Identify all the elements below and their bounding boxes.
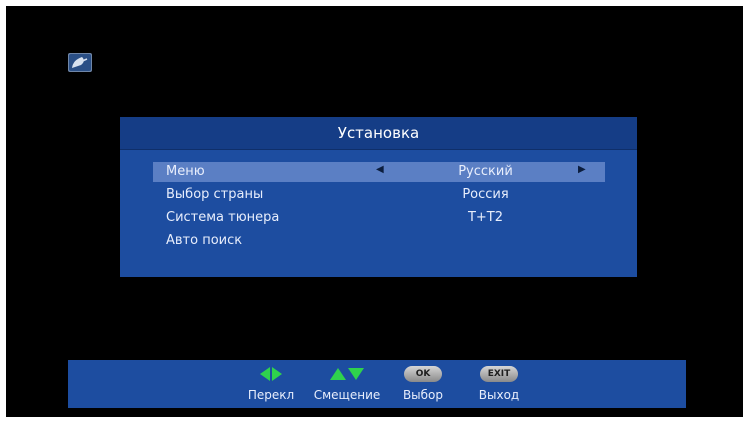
menu-row-language[interactable]: Меню ◀ Русский ▶ (153, 162, 605, 182)
up-down-arrows-icon (307, 364, 387, 384)
hint-move: Смещение (307, 364, 387, 402)
hint-label: Выход (478, 388, 520, 402)
hint-label: Выбор (402, 388, 444, 402)
row-label: Система тюнера (166, 210, 280, 225)
hint-switch: Перекл (236, 364, 306, 402)
row-value: Россия (462, 187, 509, 202)
row-value: Русский (458, 164, 513, 179)
hint-label: Смещение (313, 388, 381, 402)
dialog-title: Установка (120, 117, 637, 150)
left-right-arrows-icon (236, 364, 306, 384)
row-value: T+T2 (467, 210, 504, 225)
installation-dialog: Установка Меню ◀ Русский ▶ Выбор страны … (120, 117, 637, 277)
row-label: Авто поиск (166, 233, 243, 248)
footer-hint-bar: Перекл Смещение OK Выбор EXIT Выход (68, 360, 686, 408)
satellite-dish-icon (68, 53, 92, 72)
hint-exit: EXIT Выход (469, 364, 529, 402)
exit-button-icon: EXIT (480, 366, 518, 382)
hint-select: OK Выбор (393, 364, 453, 402)
hint-label: Перекл (247, 388, 295, 402)
arrow-left-icon[interactable]: ◀ (376, 164, 384, 175)
row-label: Выбор страны (166, 187, 264, 202)
row-label: Меню (166, 164, 205, 179)
menu-row-tuner-system[interactable]: Система тюнера T+T2 (153, 208, 605, 228)
tv-screen: Установка Меню ◀ Русский ▶ Выбор страны … (6, 6, 743, 417)
menu-row-country[interactable]: Выбор страны Россия (153, 185, 605, 205)
menu-row-auto-search[interactable]: Авто поиск (153, 231, 605, 251)
arrow-right-icon[interactable]: ▶ (578, 164, 586, 175)
ok-button-icon: OK (404, 366, 442, 382)
